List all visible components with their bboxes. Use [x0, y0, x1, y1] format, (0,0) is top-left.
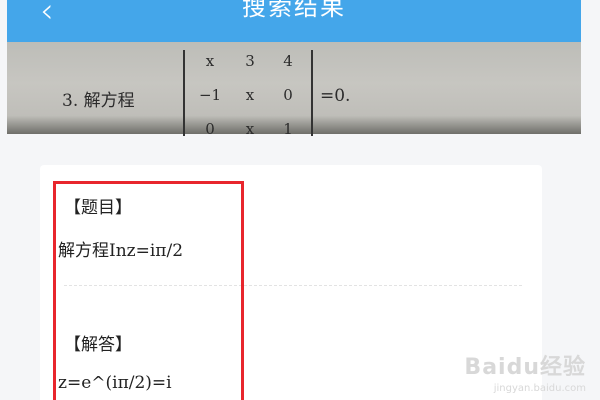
app-header: ‹ 搜索结果: [7, 0, 581, 42]
matrix-cell: x: [205, 52, 215, 70]
photo-question-prefix: 3. 解方程: [62, 91, 135, 111]
matrix-cell: 0: [283, 86, 293, 104]
matrix-cell: 4: [283, 52, 293, 70]
watermark: Baidu经验 jingyan.baidu.com: [464, 349, 586, 394]
matrix-cell: x: [245, 120, 255, 138]
watermark-sub: jingyan.baidu.com: [493, 383, 586, 394]
screen: ‹ 搜索结果 3. 解方程 x 3 4 −1 x 0 0 x 1 =0. 【题目…: [0, 0, 600, 400]
matrix-cell: 1: [283, 120, 293, 138]
highlight-box: [53, 181, 244, 400]
matrix-cell: 0: [205, 120, 215, 138]
photo-determinant: x 3 4 −1 x 0 0 x 1: [183, 50, 313, 138]
matrix-cell: −1: [198, 86, 222, 104]
page-title: 搜索结果: [242, 0, 346, 21]
photo-equals: =0.: [320, 86, 351, 106]
matrix-cell: 3: [245, 52, 255, 70]
watermark-main: Baidu经验: [464, 355, 586, 380]
matrix-cell: x: [245, 86, 255, 104]
